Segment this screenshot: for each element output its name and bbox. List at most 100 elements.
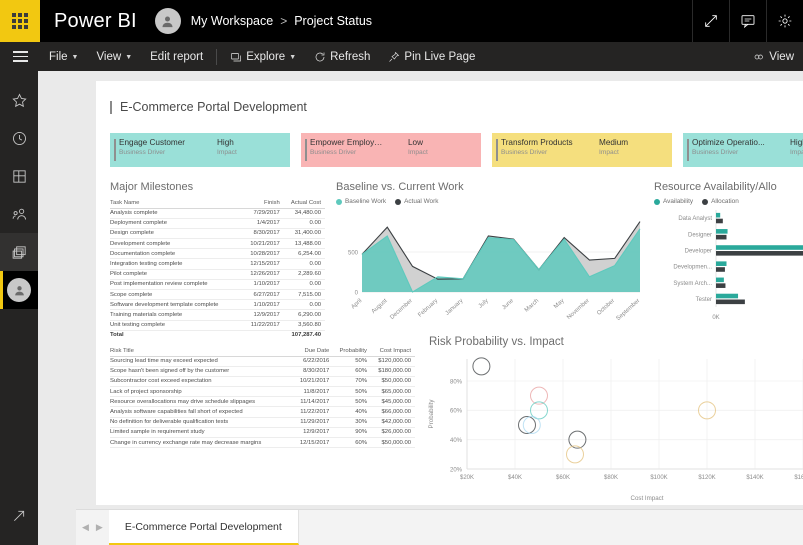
menu-view[interactable]: View ▼: [87, 42, 141, 71]
breadcrumb-report[interactable]: Project Status: [294, 14, 372, 28]
table-row[interactable]: Subcontractor cost exceed expectation 10/…: [110, 376, 415, 388]
table-row[interactable]: Lack of project sponsorship 11/8/2017 50% $…: [110, 386, 415, 398]
cell-actual-cost: 31,400.00: [283, 228, 325, 240]
toolbar-right-group: View: [744, 42, 803, 71]
table-row[interactable]: No definition for deliverable qualificat…: [110, 417, 415, 428]
column-header-actual-cost[interactable]: Actual Cost: [283, 198, 325, 209]
table-header-row: Risk Title Due Date Probability Cost Imp…: [110, 346, 415, 357]
business-driver-cards: Engage Customer High Business Driver Imp…: [110, 133, 803, 167]
app-body: E-Commerce Portal Development Engage Cus…: [0, 71, 803, 545]
table-row[interactable]: Scope complete 6/27/2017 7,515.00: [110, 289, 325, 301]
refresh-label: Refresh: [330, 50, 371, 63]
legend-item-actual-work[interactable]: Actual Work: [395, 198, 438, 205]
column-header-due-date[interactable]: Due Date: [293, 346, 334, 357]
legend-label: Allocation: [711, 198, 739, 205]
table-row[interactable]: Analysis complete 7/29/2017 34,480.00: [110, 208, 325, 219]
table-row[interactable]: Documentation complete 10/28/2017 6,254.00: [110, 248, 325, 260]
cell-cost-impact: $50,000.00: [371, 376, 415, 388]
table-row[interactable]: Pilot complete 12/26/2017 2,289.60: [110, 269, 325, 280]
cell-actual-cost: 0.00: [283, 258, 325, 270]
table-row[interactable]: Deployment complete 1/4/2017 0.00: [110, 218, 325, 229]
menu-file[interactable]: File ▼: [40, 42, 87, 71]
table-row[interactable]: Design complete 8/30/2017 31,400.00: [110, 228, 325, 240]
cell-risk-title: Resource overallocations may drive sched…: [110, 396, 294, 408]
table-row[interactable]: Limited sample in requirement study 12/9/…: [110, 427, 415, 439]
breadcrumb-workspace[interactable]: My Workspace: [191, 14, 273, 28]
legend-label: Actual Work: [404, 198, 439, 205]
column-header-cost-impact[interactable]: Cost Impact: [371, 346, 415, 357]
column-header-risk-title[interactable]: Risk Title: [110, 346, 294, 357]
legend-item-availability[interactable]: Availability: [654, 198, 693, 205]
svg-text:August: August: [371, 298, 389, 315]
table-row[interactable]: Integration testing complete 12/15/2017 0.…: [110, 258, 325, 270]
sidebar-item-favorites[interactable]: [0, 81, 38, 119]
kpi-driver-label: Business Driver: [119, 149, 166, 156]
column-header-task-name[interactable]: Task Name: [110, 198, 244, 209]
table-row[interactable]: Unit testing complete 11/22/2017 3,560.80: [110, 320, 325, 331]
app-launcher-waffle-icon[interactable]: [0, 0, 40, 42]
table-row[interactable]: Development complete 10/21/2017 13,488.00: [110, 238, 325, 250]
page-tab[interactable]: E-Commerce Portal Development: [108, 510, 299, 545]
column-header-probability[interactable]: Probability: [333, 346, 372, 357]
refresh-button[interactable]: Refresh: [305, 42, 379, 71]
my-workspace-avatar: [7, 278, 31, 302]
table-row[interactable]: Post implementation review complete 1/10/…: [110, 279, 325, 291]
table-row[interactable]: Resource overallocations may drive sched…: [110, 396, 415, 408]
table-total-row: Total 107,287.40: [110, 329, 325, 340]
kpi-driver-value: Optimize Operatio...: [692, 138, 765, 147]
kpi-card[interactable]: Transform Products Medium Business Drive…: [492, 133, 672, 167]
table-row[interactable]: Scope hasn't been signed off by the cust…: [110, 366, 415, 377]
legend-item-baseline-work[interactable]: Baseline Work: [336, 198, 386, 205]
svg-text:Developmen...: Developmen...: [673, 265, 712, 271]
kpi-card[interactable]: Engage Customer High Business Driver Imp…: [110, 133, 290, 167]
table-row[interactable]: Software development template complete 1/…: [110, 299, 325, 311]
page-next-icon[interactable]: ▶: [96, 522, 103, 533]
cell-actual-cost: 0.00: [283, 299, 325, 311]
sidebar-item-my-workspace[interactable]: [0, 271, 38, 309]
cell-risk-title: Limited sample in requirement study: [110, 427, 294, 439]
table-row[interactable]: Training materials complete 12/9/2017 6,29…: [110, 309, 325, 321]
major-milestones-title: Major Milestones: [110, 181, 194, 193]
sidebar-item-workspaces[interactable]: [0, 233, 38, 271]
major-milestones-visual[interactable]: Major Milestones Task Name Finish Actual…: [110, 181, 325, 340]
explore-button[interactable]: Explore ▼: [221, 42, 305, 71]
cell-actual-cost: 7,515.00: [283, 289, 325, 301]
cell-cost-impact: $66,000.00: [371, 406, 415, 418]
nav-toggle-hamburger-icon[interactable]: [0, 42, 40, 71]
cell-risk-title: Analysis software capabilities fall shor…: [110, 406, 294, 418]
kpi-card[interactable]: Empower Employees Low Business Driver Im…: [301, 133, 481, 167]
table-row[interactable]: Analysis software capabilities fall shor…: [110, 406, 415, 418]
view-mode-button[interactable]: View: [744, 42, 803, 71]
report-canvas: E-Commerce Portal Development Engage Cus…: [96, 81, 803, 505]
legend-item-allocation[interactable]: Allocation: [702, 198, 739, 205]
powerbi-brand-label[interactable]: Power BI: [54, 10, 137, 33]
pin-live-page-button[interactable]: Pin Live Page: [379, 42, 484, 71]
settings-gear-icon[interactable]: [766, 0, 803, 42]
sidebar-item-recent[interactable]: [0, 119, 38, 157]
fullscreen-icon[interactable]: [692, 0, 729, 42]
page-prev-icon[interactable]: ◀: [82, 522, 89, 533]
powerbi-report-app: Power BI My Workspace > Project Status F…: [0, 0, 803, 545]
resource-availability-visual[interactable]: Resource Availability/Allo Availability …: [654, 181, 803, 328]
kpi-card[interactable]: Optimize Operatio... High Business Drive…: [683, 133, 803, 167]
sidebar-item-apps[interactable]: [0, 157, 38, 195]
cell-task-name: Scope complete: [110, 289, 244, 301]
kpi-impact-value: High: [790, 138, 803, 147]
risk-register-visual[interactable]: Risk Title Due Date Probability Cost Imp…: [110, 346, 415, 449]
pin-live-page-label: Pin Live Page: [404, 50, 476, 63]
table-row[interactable]: Change in currency exchange rate may dec…: [110, 437, 415, 449]
sidebar-item-shared[interactable]: [0, 195, 38, 233]
svg-text:October: October: [596, 298, 616, 317]
expand-nav-icon[interactable]: [0, 497, 38, 535]
edit-report-button[interactable]: Edit report: [141, 42, 212, 71]
chevron-down-icon: ▼: [125, 54, 133, 61]
baseline-vs-current-work-visual[interactable]: Baseline vs. Current Work Baseline Work …: [336, 181, 646, 331]
comment-icon[interactable]: [729, 0, 766, 42]
cell-risk-title: Subcontractor cost exceed expectation: [110, 376, 294, 388]
table-row[interactable]: Sourcing lead time may exceed expected 6/…: [110, 356, 415, 367]
risk-probability-vs-impact-visual[interactable]: Risk Probability vs. Impact $20K $40K $60K…: [421, 336, 803, 508]
column-header-finish[interactable]: Finish: [243, 198, 284, 209]
cell-actual-cost: 6,254.00: [283, 248, 325, 260]
cell-actual-cost: 0.00: [283, 218, 325, 229]
refresh-icon: [315, 52, 325, 61]
